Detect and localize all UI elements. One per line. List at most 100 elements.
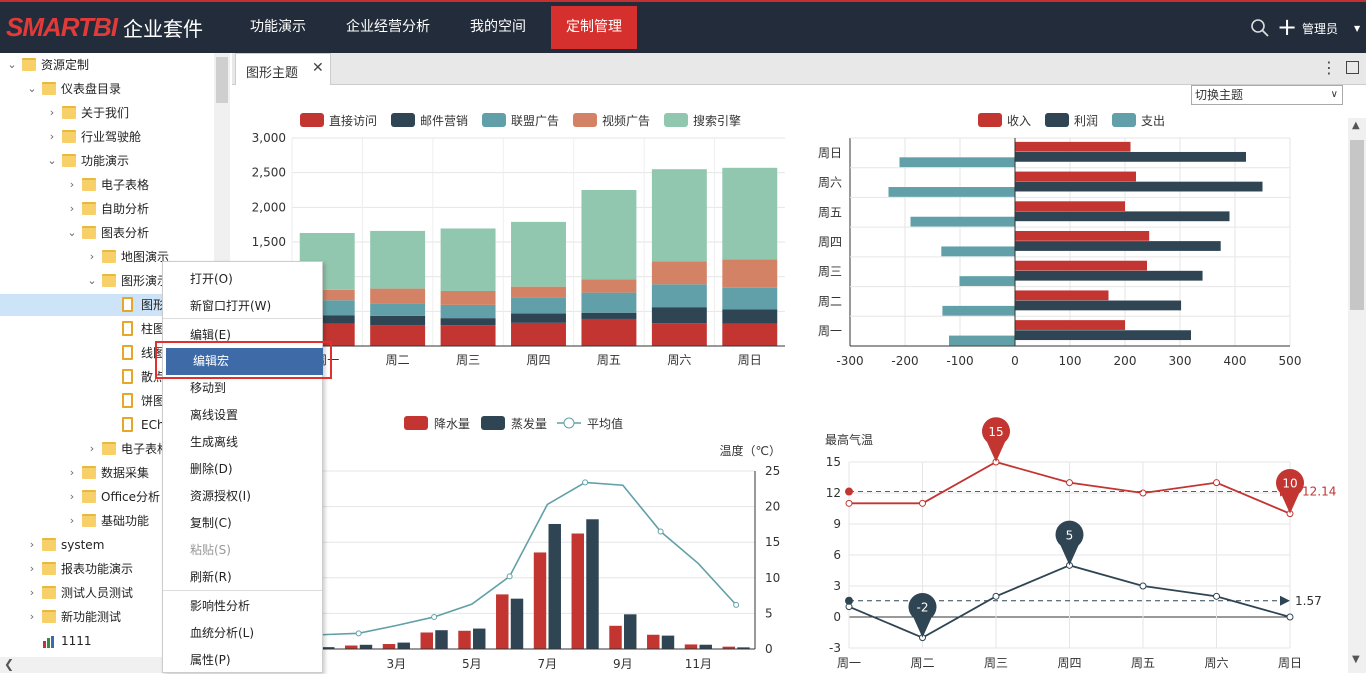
tree-item-label: Office分析 bbox=[101, 490, 161, 504]
chevron-down-icon[interactable]: ⌄ bbox=[6, 54, 18, 76]
context-menu-item[interactable]: 刷新(R) bbox=[163, 564, 322, 591]
tree-item[interactable]: › 电子表格 bbox=[0, 174, 214, 196]
chevron-right-icon[interactable]: › bbox=[66, 510, 78, 532]
tree-item-label: 行业驾驶舱 bbox=[81, 130, 142, 144]
context-menu-item[interactable]: 影响性分析 bbox=[163, 593, 322, 620]
chevron-down-icon[interactable]: ⌄ bbox=[86, 270, 98, 292]
folder-icon bbox=[42, 586, 56, 599]
tree-item-label: 仪表盘目录 bbox=[61, 82, 122, 96]
nav-my-space[interactable]: 我的空间 bbox=[454, 2, 542, 53]
user-menu[interactable]: 管理员 bbox=[1302, 20, 1338, 37]
context-menu-item[interactable]: 删除(D) bbox=[163, 456, 322, 483]
chevron-right-icon[interactable]: › bbox=[26, 558, 38, 580]
tree-item-label: 关于我们 bbox=[81, 106, 130, 120]
folder-icon bbox=[82, 226, 96, 239]
scroll-left-icon[interactable]: ❮ bbox=[4, 657, 14, 671]
context-menu-item[interactable]: 离线设置 bbox=[163, 402, 322, 429]
theme-select-value: 切换主题 bbox=[1195, 88, 1244, 102]
document-icon bbox=[122, 393, 133, 408]
tree-item[interactable]: ⌄ 仪表盘目录 bbox=[0, 78, 214, 100]
highlight-box bbox=[155, 341, 332, 379]
chevron-right-icon[interactable]: › bbox=[26, 582, 38, 604]
logo[interactable]: SMARTBI 企业套件 bbox=[6, 11, 203, 42]
tree-item[interactable]: › 自助分析 bbox=[0, 198, 214, 220]
chevron-right-icon[interactable]: › bbox=[46, 102, 58, 124]
folder-icon bbox=[102, 274, 116, 287]
more-icon[interactable]: ⋮ bbox=[1321, 58, 1337, 77]
chevron-down-icon: ∨ bbox=[1330, 89, 1338, 100]
context-menu-item[interactable]: 移动到 bbox=[163, 375, 322, 402]
tree-item-label: 基础功能 bbox=[101, 514, 150, 528]
folder-icon bbox=[102, 442, 116, 455]
tree-item[interactable]: ⌄ 资源定制 bbox=[0, 54, 214, 76]
tree-item[interactable]: › 关于我们 bbox=[0, 102, 214, 124]
top-bar: SMARTBI 企业套件 功能演示 企业经营分析 我的空间 定制管理 + 管理员… bbox=[0, 0, 1366, 53]
chevron-right-icon[interactable]: › bbox=[86, 438, 98, 460]
folder-icon bbox=[82, 466, 96, 479]
content-scrollbar-thumb[interactable] bbox=[1350, 140, 1364, 310]
chevron-right-icon[interactable]: › bbox=[66, 174, 78, 196]
chevron-right-icon[interactable]: › bbox=[46, 126, 58, 148]
tab-title: 图形主题 bbox=[246, 66, 299, 81]
scroll-up-icon[interactable]: ▲ bbox=[1352, 120, 1360, 131]
maximize-icon[interactable] bbox=[1346, 61, 1359, 74]
tree-item-label: 新功能测试 bbox=[61, 610, 122, 624]
chevron-right-icon[interactable]: › bbox=[26, 606, 38, 628]
nav-function-demo[interactable]: 功能演示 bbox=[234, 2, 322, 53]
folder-icon bbox=[62, 154, 76, 167]
context-menu-item[interactable]: 新窗口打开(W) bbox=[163, 293, 322, 320]
context-menu: 打开(O) 新窗口打开(W) 编辑(E) 编辑宏 移动到 离线设置 生成离线 删除(D) 资源授… bbox=[162, 261, 323, 673]
chevron-right-icon[interactable]: › bbox=[66, 486, 78, 508]
folder-icon bbox=[42, 610, 56, 623]
chevron-right-icon[interactable]: › bbox=[26, 534, 38, 556]
context-menu-item[interactable]: 打开(O) bbox=[163, 266, 322, 293]
document-icon bbox=[122, 321, 133, 336]
folder-icon bbox=[62, 106, 76, 119]
chart-icon bbox=[42, 633, 56, 655]
theme-select[interactable]: 切换主题 ∨ bbox=[1191, 85, 1343, 105]
close-icon[interactable]: ✕ bbox=[312, 60, 324, 76]
chevron-right-icon[interactable]: › bbox=[86, 246, 98, 268]
tree-item[interactable]: ⌄ 图表分析 bbox=[0, 222, 214, 244]
chevron-down-icon[interactable]: ⌄ bbox=[66, 222, 78, 244]
folder-icon bbox=[22, 58, 36, 71]
tree-item-label: 1111 bbox=[61, 634, 92, 648]
context-menu-item[interactable]: 复制(C) bbox=[163, 510, 322, 537]
dashboard-canvas bbox=[232, 85, 1348, 673]
nav-business-analysis[interactable]: 企业经营分析 bbox=[330, 2, 446, 53]
context-menu-item[interactable]: 粘贴(S) bbox=[163, 537, 322, 564]
tab-graph-theme[interactable]: 图形主题 ✕ bbox=[235, 53, 331, 86]
folder-icon bbox=[82, 202, 96, 215]
chevron-down-icon[interactable]: ⌄ bbox=[46, 150, 58, 172]
tree-item-label: 数据采集 bbox=[101, 466, 150, 480]
brand-name: SMARTBI bbox=[6, 11, 118, 42]
nav-custom-management[interactable]: 定制管理 bbox=[551, 6, 637, 49]
tree-item[interactable]: › 行业驾驶舱 bbox=[0, 126, 214, 148]
folder-icon bbox=[82, 178, 96, 191]
tree-item-label: system bbox=[61, 538, 105, 552]
chevron-down-icon[interactable]: ⌄ bbox=[26, 78, 38, 100]
scroll-down-icon[interactable]: ▼ bbox=[1352, 654, 1360, 665]
folder-icon bbox=[82, 514, 96, 527]
tree-item-label: 资源定制 bbox=[41, 58, 90, 72]
folder-icon bbox=[42, 82, 56, 95]
chevron-down-icon[interactable]: ▼ bbox=[1354, 24, 1360, 33]
context-menu-item[interactable]: 资源授权(I) bbox=[163, 483, 322, 510]
tree-item-label: 功能演示 bbox=[81, 154, 130, 168]
tab-strip: 图形主题 ✕ bbox=[232, 53, 1366, 86]
add-icon[interactable]: + bbox=[1277, 15, 1297, 39]
document-icon bbox=[122, 345, 133, 360]
tree-item-label: 自助分析 bbox=[101, 202, 150, 216]
context-menu-item[interactable]: 生成离线 bbox=[163, 429, 322, 456]
tree-item-label: 报表功能演示 bbox=[61, 562, 134, 576]
context-menu-item[interactable]: 属性(P) bbox=[163, 647, 322, 674]
search-icon[interactable] bbox=[1250, 18, 1270, 38]
tree-scrollbar-thumb[interactable] bbox=[216, 57, 228, 103]
tree-item[interactable]: ⌄ 功能演示 bbox=[0, 150, 214, 172]
chevron-right-icon[interactable]: › bbox=[66, 198, 78, 220]
tree-item-label: 测试人员测试 bbox=[61, 586, 134, 600]
chevron-right-icon[interactable]: › bbox=[66, 462, 78, 484]
document-icon bbox=[122, 297, 133, 312]
folder-icon bbox=[42, 562, 56, 575]
context-menu-item[interactable]: 血统分析(L) bbox=[163, 620, 322, 647]
